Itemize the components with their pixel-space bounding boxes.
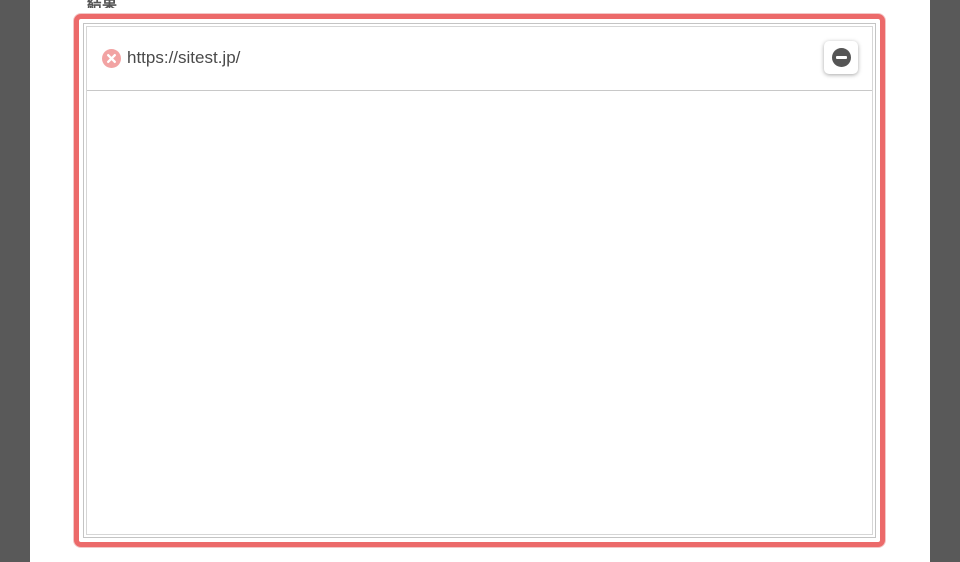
page-panel: 結果 https://sitest.jp/ [30,0,930,562]
minus-circle-icon [832,48,851,67]
result-content-area [87,91,872,534]
result-row: https://sitest.jp/ [87,27,872,91]
remove-button[interactable] [824,41,858,74]
error-circle-icon [102,49,121,68]
result-list: https://sitest.jp/ [83,23,876,538]
section-title: 結果 [87,0,117,8]
result-url: https://sitest.jp/ [127,48,241,67]
result-panel: https://sitest.jp/ [74,14,885,547]
